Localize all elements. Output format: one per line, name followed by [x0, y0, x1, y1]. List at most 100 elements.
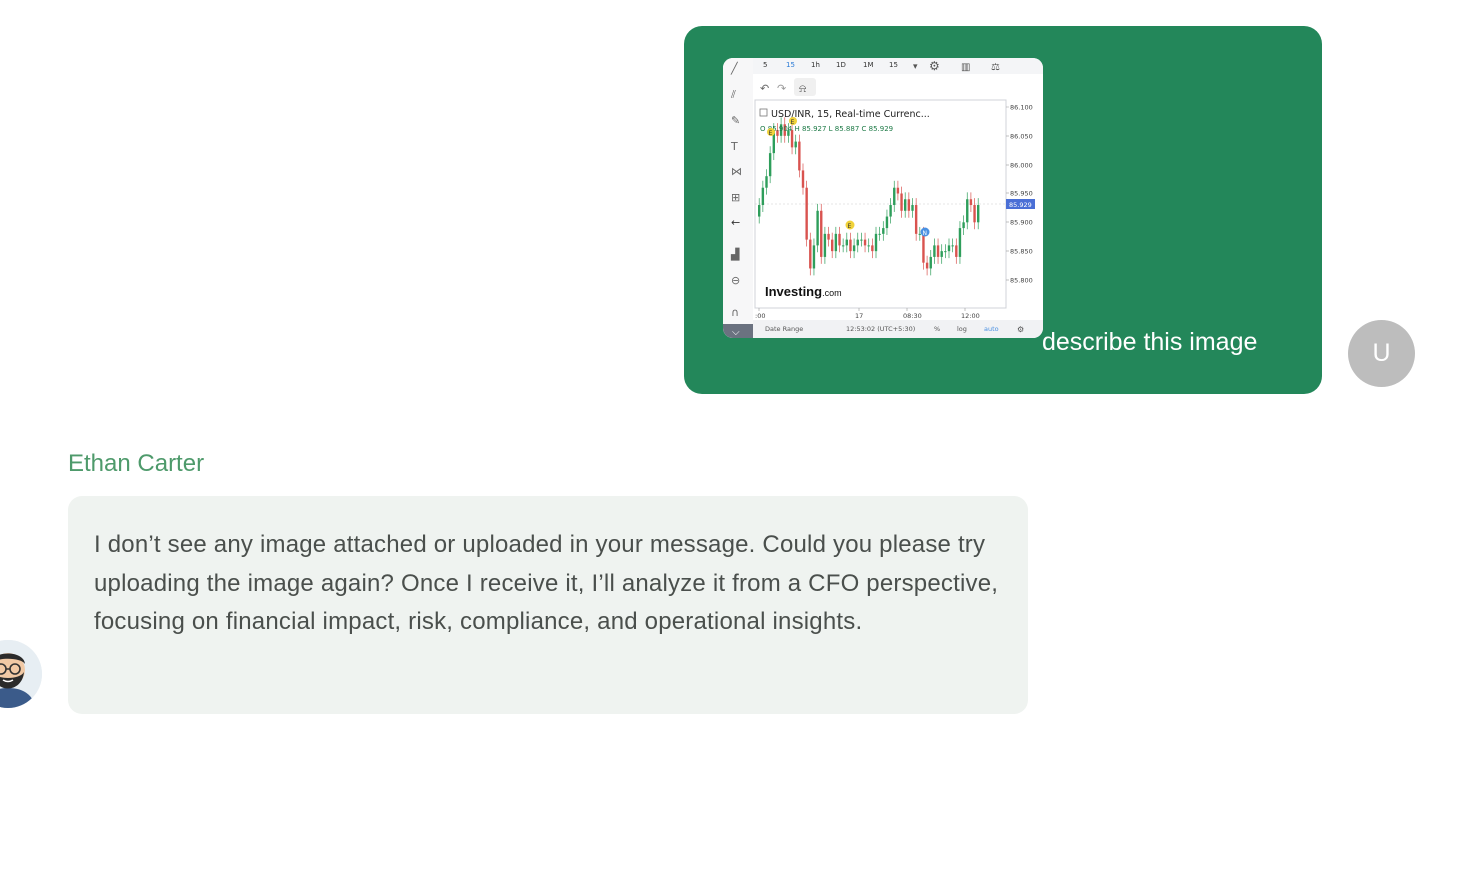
- candle-body: [878, 233, 881, 235]
- bell-icon: ⍾: [799, 82, 806, 95]
- candle-body: [863, 239, 867, 246]
- price-tick-label: 86.100: [1010, 104, 1033, 112]
- candle-body: [951, 245, 954, 247]
- candle-body: [955, 245, 958, 257]
- drawing-tool-icon: T: [730, 140, 738, 153]
- time-tick-label: 17: [855, 312, 863, 320]
- date-range-button: Date Range: [765, 325, 803, 333]
- percent-toggle: %: [934, 325, 940, 333]
- candle-body: [936, 245, 940, 257]
- candle-body: [874, 233, 878, 252]
- ohlc-readout: O 85.904 H 85.927 L 85.887 C 85.929: [760, 125, 893, 133]
- auto-toggle: auto: [984, 325, 999, 333]
- candle-body: [838, 233, 841, 246]
- price-tick-label: 85.800: [1010, 277, 1033, 285]
- interval-button-1D: 1D: [836, 61, 846, 69]
- candle-body: [947, 245, 951, 252]
- undo-icon: ↶: [760, 82, 769, 95]
- candle-body: [929, 256, 932, 269]
- candle-body: [969, 199, 973, 206]
- event-marker-label: E: [769, 130, 773, 137]
- candle-body: [860, 239, 863, 241]
- candle-body: [834, 233, 838, 252]
- drawing-tool-icon: ⫽: [730, 88, 736, 101]
- interval-button-15: 15: [889, 61, 898, 69]
- candle-body: [944, 251, 947, 253]
- candle-body: [768, 153, 772, 177]
- candle-body: [958, 228, 962, 257]
- log-toggle: log: [957, 325, 967, 333]
- drawing-tool-icon: ←: [731, 216, 740, 229]
- price-tick-label: 86.000: [1010, 162, 1033, 170]
- indicators-icon: ▥: [961, 62, 970, 73]
- candle-body: [867, 245, 870, 247]
- candle-body: [820, 210, 823, 257]
- candle-body: [904, 199, 907, 211]
- candle-body: [918, 233, 921, 235]
- price-tick-label: 86.050: [1010, 133, 1033, 141]
- candle-body: [852, 245, 856, 252]
- assistant-message-text: I don’t see any image attached or upload…: [94, 531, 999, 635]
- scale-icon: ⚖: [991, 62, 1000, 73]
- candle-body: [900, 193, 903, 211]
- bearded-man-avatar-icon: [0, 640, 42, 708]
- attached-chart-image[interactable]: 5 15 1h 1D 1M 15 ▾ ⚙ ▥ ⚖ ↶ ↷ ⍾ ╱ ⫽ ✎ T ⋈ ⊞ ← ▟ ⊖ ∩ ⌵ U…: [723, 58, 1043, 338]
- clock-readout: 12:53:02 (UTC+5:30): [846, 325, 915, 333]
- interval-button-15: 15: [786, 61, 795, 69]
- candle-body: [765, 176, 768, 188]
- candle-body: [933, 245, 936, 257]
- candle-body: [801, 170, 805, 188]
- candle-body: [841, 245, 845, 247]
- candle-body: [827, 233, 830, 240]
- user-message-text: describe this image: [1042, 328, 1258, 356]
- gear-icon: ⚙: [929, 59, 940, 73]
- interval-button-1M: 1M: [863, 61, 874, 69]
- candle-body: [794, 141, 797, 148]
- time-tick-label: :00: [755, 312, 765, 320]
- interval-button-5: 5: [763, 61, 767, 69]
- candle-body: [889, 205, 892, 217]
- current-price-label: 85.929: [1009, 201, 1032, 209]
- candle-body: [805, 187, 808, 240]
- candle-body: [922, 233, 925, 263]
- price-tick-label: 85.850: [1010, 248, 1033, 256]
- price-axis: 86.100 86.050 86.000 85.950 85.900 85.850 85.8…: [1006, 104, 1033, 285]
- user-avatar: U: [1348, 320, 1415, 387]
- candle-body: [856, 239, 859, 246]
- candle-body: [809, 239, 812, 269]
- user-message-bubble: 5 15 1h 1D 1M 15 ▾ ⚙ ▥ ⚖ ↶ ↷ ⍾ ╱ ⫽ ✎ T ⋈ ⊞ ← ▟ ⊖ ∩ ⌵ U…: [684, 26, 1322, 394]
- candle-body: [761, 187, 765, 206]
- drawing-tool-icon: ⊞: [731, 191, 740, 204]
- time-tick-label: 08:30: [903, 312, 922, 320]
- chevron-down-icon: ⌵: [732, 327, 740, 338]
- candle-body: [940, 251, 943, 257]
- candle-body: [816, 210, 819, 246]
- candle-body: [798, 141, 801, 171]
- assistant-message-bubble: I don’t see any image attached or upload…: [68, 496, 1028, 714]
- time-axis: :00 17 08:30 12:00: [755, 308, 980, 320]
- caret-icon: ▾: [913, 62, 918, 72]
- candle-body: [831, 239, 834, 252]
- candle-body: [758, 205, 761, 217]
- drawing-tool-icon: ∩: [731, 306, 739, 319]
- candle-body: [849, 239, 852, 252]
- candle-body: [823, 233, 827, 257]
- drawing-tool-icon: ⊖: [731, 274, 740, 287]
- candle-body: [882, 228, 885, 234]
- candle-body: [845, 239, 848, 246]
- candle-body: [885, 216, 889, 229]
- candle-body: [907, 199, 911, 211]
- assistant-name: Ethan Carter: [68, 450, 205, 477]
- price-tick-label: 85.950: [1010, 190, 1033, 198]
- chart-screenshot: 5 15 1h 1D 1M 15 ▾ ⚙ ▥ ⚖ ↶ ↷ ⍾ ╱⫽✎T⋈⊞←▟⊖∩ ⌵ U…: [723, 58, 1043, 338]
- event-marker-label: E: [848, 223, 852, 230]
- assistant-avatar: [0, 640, 42, 708]
- time-tick-label: 12:00: [961, 312, 980, 320]
- candle-body: [871, 245, 874, 252]
- candle-body: [973, 205, 976, 223]
- candle-body: [977, 205, 980, 223]
- footer-gear-icon: ⚙: [1017, 325, 1024, 334]
- candle-body: [911, 205, 914, 211]
- candle-body: [962, 222, 965, 229]
- drawing-tool-icon: ✎: [731, 114, 740, 127]
